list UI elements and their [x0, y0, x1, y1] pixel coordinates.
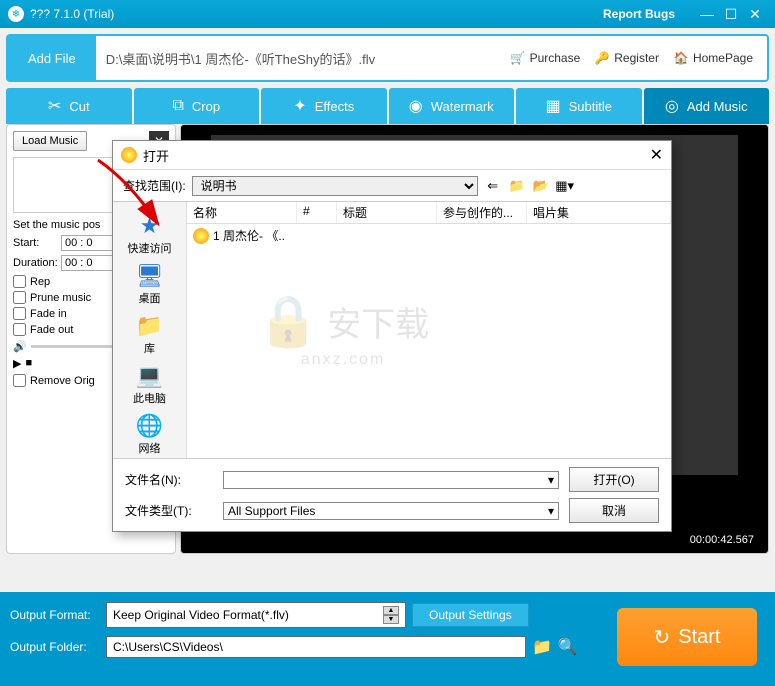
tab-watermark[interactable]: ◉Watermark [389, 88, 515, 124]
output-settings-button[interactable]: Output Settings [412, 603, 529, 627]
col-artist[interactable]: 参与创作的... [437, 202, 527, 223]
col-num[interactable]: # [297, 202, 337, 223]
col-album[interactable]: 唱片集 [527, 202, 671, 223]
homepage-link[interactable]: 🏠HomePage [673, 50, 753, 66]
col-title[interactable]: 标题 [337, 202, 437, 223]
tab-bar: ✂Cut ⧉Crop ✦Effects ◉Watermark ▦Subtitle… [6, 88, 769, 124]
output-folder-label: Output Folder: [10, 640, 100, 654]
watermark-overlay: 🔒安下载 anxz.com [257, 292, 429, 369]
fadeout-checkbox[interactable] [13, 323, 26, 336]
filetype-label: 文件类型(T): [125, 502, 213, 519]
minimize-button[interactable]: — [695, 6, 719, 22]
sidebar-pc[interactable]: 💻此电脑 [113, 360, 186, 408]
repeat-checkbox[interactable] [13, 275, 26, 288]
browse-folder-icon[interactable]: 📁 [532, 637, 552, 657]
star-icon: ★ [134, 212, 166, 240]
tab-effects[interactable]: ✦Effects [261, 88, 387, 124]
cart-icon: 🛒 [510, 50, 526, 66]
globe-icon: 🌐 [134, 412, 166, 440]
newfolder-icon[interactable]: 📂 [532, 177, 550, 195]
load-music-button[interactable]: Load Music [13, 131, 87, 151]
up-icon[interactable]: 📁 [508, 177, 526, 195]
list-header: 名称 # 标题 参与创作的... 唱片集 [187, 202, 671, 224]
col-name[interactable]: 名称 [187, 202, 297, 223]
viewmode-icon[interactable]: ▦▾ [556, 177, 574, 195]
prune-checkbox[interactable] [13, 291, 26, 304]
start-button[interactable]: ↻Start [617, 608, 757, 666]
search-folder-icon[interactable]: 🔍 [558, 637, 578, 657]
output-format-label: Output Format: [10, 608, 100, 622]
file-list: 名称 # 标题 参与创作的... 唱片集 1 周杰伦- 《.. 🔒安下载 anx… [187, 202, 671, 458]
tab-cut[interactable]: ✂Cut [6, 88, 132, 124]
add-file-button[interactable]: Add File [8, 36, 96, 80]
subtitle-icon: ▦ [546, 96, 561, 116]
register-link[interactable]: 🔑Register [594, 50, 659, 66]
report-bugs-link[interactable]: Report Bugs [603, 7, 675, 21]
sidebar-desktop[interactable]: 🖥桌面 [113, 260, 186, 308]
pc-icon: 💻 [134, 362, 166, 390]
remove-orig-checkbox[interactable] [13, 374, 26, 387]
look-in-select[interactable]: 说明书 [192, 176, 478, 196]
output-folder-input[interactable]: C:\Users\CS\Videos\ [106, 636, 526, 658]
key-icon: 🔑 [594, 50, 610, 66]
open-button[interactable]: 打开(O) [569, 467, 659, 492]
crop-icon: ⧉ [172, 97, 183, 115]
app-logo-icon: ❄ [8, 6, 24, 22]
back-icon[interactable]: ⇐ [484, 177, 502, 195]
tab-crop[interactable]: ⧉Crop [134, 88, 260, 124]
tab-subtitle[interactable]: ▦Subtitle [516, 88, 642, 124]
wand-icon: ✦ [293, 96, 306, 116]
tab-add-music[interactable]: ◎Add Music [644, 88, 770, 124]
music-icon: ◎ [665, 96, 679, 116]
filename-input[interactable]: ▾ [223, 471, 559, 489]
filetype-select[interactable]: All Support Files▾ [223, 502, 559, 520]
close-button[interactable]: ✕ [743, 6, 767, 23]
sidebar-library[interactable]: 📁库 [113, 310, 186, 358]
maximize-button[interactable]: ☐ [719, 6, 743, 23]
filename-label: 文件名(N): [125, 471, 213, 488]
play-button[interactable]: ▶ [13, 357, 21, 370]
output-format-select[interactable]: Keep Original Video Format(*.flv)▲▼ [106, 602, 406, 628]
drop-icon: ◉ [409, 96, 423, 116]
dialog-title: 打开 [143, 146, 169, 165]
purchase-link[interactable]: 🛒Purchase [510, 50, 581, 66]
file-open-dialog: 打开 ✕ 查找范围(I): 说明书 ⇐ 📁 📂 ▦▾ ★快速访问 🖥桌面 📁库 … [112, 140, 672, 532]
refresh-icon: ↻ [653, 625, 670, 650]
folder-icon: 📁 [134, 312, 166, 340]
home-icon: 🏠 [673, 50, 689, 66]
look-in-label: 查找范围(I): [123, 177, 186, 194]
desktop-icon: 🖥 [134, 262, 166, 290]
dialog-icon [121, 147, 137, 163]
stop-button[interactable]: ■ [25, 357, 32, 370]
title-bar: ❄ ??? 7.1.0 (Trial) Report Bugs — ☐ ✕ [0, 0, 775, 28]
sidebar-quick-access[interactable]: ★快速访问 [113, 210, 186, 258]
scissors-icon: ✂ [48, 96, 61, 116]
window-title: ??? 7.1.0 (Trial) [30, 7, 603, 21]
sidebar-network[interactable]: 🌐网络 [113, 410, 186, 458]
file-toolbar: Add File D:\桌面\说明书\1 周杰伦-《听TheShy的话》.flv… [6, 34, 769, 82]
file-path-label: D:\桌面\说明书\1 周杰伦-《听TheShy的话》.flv [96, 49, 510, 68]
speaker-icon: 🔊 [13, 340, 27, 353]
dialog-sidebar: ★快速访问 🖥桌面 📁库 💻此电脑 🌐网络 [113, 202, 187, 458]
dialog-close-button[interactable]: ✕ [650, 145, 663, 165]
bottom-bar: Output Format: Keep Original Video Forma… [0, 592, 775, 686]
file-list-item[interactable]: 1 周杰伦- 《.. [187, 224, 671, 247]
timestamp-label: 00:00:42.567 [686, 533, 758, 547]
cancel-button[interactable]: 取消 [569, 498, 659, 523]
file-icon [193, 228, 209, 244]
fadein-checkbox[interactable] [13, 307, 26, 320]
